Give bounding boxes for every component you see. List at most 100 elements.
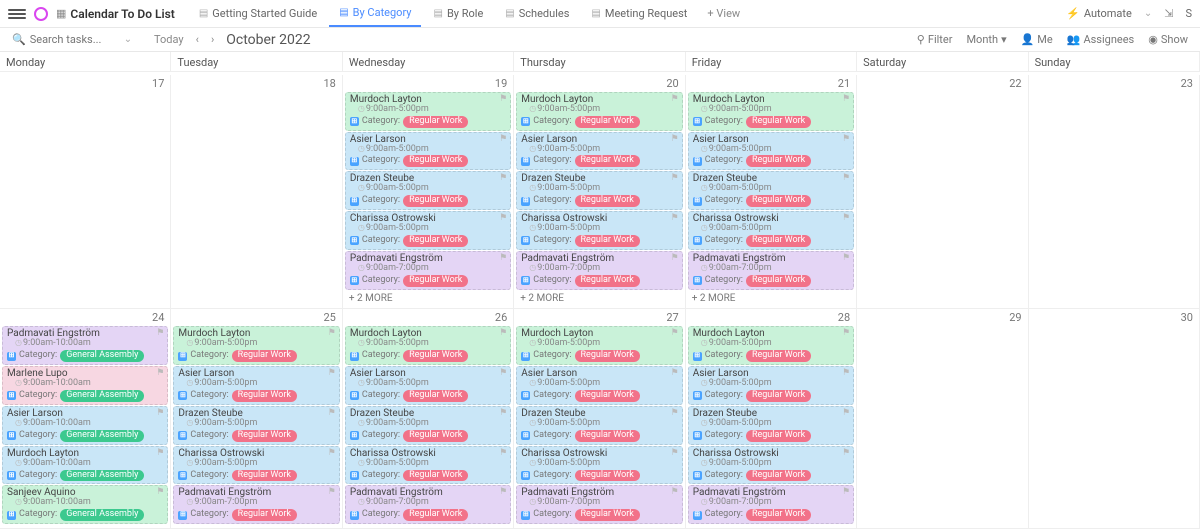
category-label: Category: [705,431,743,441]
chevron-down-icon[interactable]: ⌄ [124,34,132,45]
flag-icon: ⚑ [671,409,679,419]
day-cell[interactable]: 22 [857,75,1028,310]
event-time: ◷9:00am-5:00pm [701,459,850,469]
clock-icon: ◷ [358,223,365,232]
calendar-event[interactable]: ⚑Charissa Ostrowski◷9:00am-5:00pm⊞Catego… [516,446,682,485]
tab-by-role[interactable]: ▤By Role [423,0,493,27]
calendar-event[interactable]: ⚑Asier Larson◷9:00am-5:00pm⊞Category:Reg… [345,132,511,171]
calendar-event[interactable]: ⚑Padmavati Engström◷9:00am-7:00pm⊞Catego… [688,251,854,290]
calendar-event[interactable]: ⚑Drazen Steube◷9:00am-5:00pm⊞Category:Re… [345,171,511,210]
flag-icon: ⚑ [156,369,164,379]
calendar-event[interactable]: ⚑Marlene Lupo◷9:00am-10:00am⊞Category:Ge… [2,366,168,405]
calendar-event[interactable]: ⚑Charissa Ostrowski◷9:00am-5:00pm⊞Catego… [345,446,511,485]
day-cell[interactable]: 28⚑Murdoch Layton◷9:00am-5:00pm⊞Category… [686,309,857,529]
calendar-event[interactable]: ⚑Charissa Ostrowski◷9:00am-5:00pm⊞Catego… [688,211,854,250]
day-cell[interactable]: 18 [171,75,342,310]
assignees-button[interactable]: 👥Assignees [1067,33,1135,46]
calendar-event[interactable]: ⚑Murdoch Layton◷9:00am-5:00pm⊞Category:R… [688,92,854,131]
day-cell[interactable]: 21⚑Murdoch Layton◷9:00am-5:00pm⊞Category… [686,75,857,310]
calendar-event[interactable]: ⚑Sanjeev Aquino◷9:00am-10:00am⊞Category:… [2,485,168,524]
share-icon[interactable]: ⇲ [1164,7,1173,20]
calendar-event[interactable]: ⚑Asier Larson◷9:00am-10:00am⊞Category:Ge… [2,406,168,445]
calendar-event[interactable]: ⚑Padmavati Engström◷9:00am-7:00pm⊞Catego… [516,251,682,290]
category-icon: ⊞ [350,117,359,126]
category-icon: ⊞ [693,511,702,520]
calendar-event[interactable]: ⚑Murdoch Layton◷9:00am-5:00pm⊞Category:R… [516,92,682,131]
show-button[interactable]: ◉Show [1148,33,1188,46]
day-cell[interactable]: 20⚑Murdoch Layton◷9:00am-5:00pm⊞Category… [514,75,685,310]
search-input[interactable] [30,33,120,46]
calendar-event[interactable]: ⚑Padmavati Engström◷9:00am-10:00am⊞Categ… [2,326,168,365]
category-label: Category: [19,351,57,361]
calendar-event[interactable]: ⚑Padmavati Engström◷9:00am-7:00pm⊞Catego… [173,485,339,524]
tab-by-category[interactable]: ▤By Category [329,0,421,27]
calendar-event[interactable]: ⚑Asier Larson◷9:00am-5:00pm⊞Category:Reg… [345,366,511,405]
tab-schedules[interactable]: ▤Schedules [495,0,579,27]
calendar-event[interactable]: ⚑Charissa Ostrowski◷9:00am-5:00pm⊞Catego… [516,211,682,250]
calendar-event[interactable]: ⚑Asier Larson◷9:00am-5:00pm⊞Category:Reg… [173,366,339,405]
category-icon: ⊞ [693,197,702,206]
clock-icon: ◷ [701,338,708,347]
day-cell[interactable]: 24⚑Padmavati Engström◷9:00am-10:00am⊞Cat… [0,309,171,529]
category-pill: Regular Work [575,390,640,402]
calendar-event[interactable]: ⚑Padmavati Engström◷9:00am-7:00pm⊞Catego… [516,485,682,524]
day-cell[interactable]: 27⚑Murdoch Layton◷9:00am-5:00pm⊞Category… [514,309,685,529]
calendar-event[interactable]: ⚑Murdoch Layton◷9:00am-5:00pm⊞Category:R… [688,326,854,365]
calendar-event[interactable]: ⚑Drazen Steube◷9:00am-5:00pm⊞Category:Re… [516,171,682,210]
day-cell[interactable]: 30 [1029,309,1200,529]
prev-month-button[interactable]: ‹ [196,33,199,46]
me-button[interactable]: 👤Me [1021,33,1053,46]
calendar-event[interactable]: ⚑Drazen Steube◷9:00am-5:00pm⊞Category:Re… [173,406,339,445]
calendar-event[interactable]: ⚑Charissa Ostrowski◷9:00am-5:00pm⊞Catego… [688,446,854,485]
category-label: Category: [362,236,400,246]
category-icon: ⊞ [693,157,702,166]
day-cell[interactable]: 19⚑Murdoch Layton◷9:00am-5:00pm⊞Category… [343,75,514,310]
calendar-event[interactable]: ⚑Drazen Steube◷9:00am-5:00pm⊞Category:Re… [345,406,511,445]
calendar-event[interactable]: ⚑Murdoch Layton◷9:00am-5:00pm⊞Category:R… [345,92,511,131]
day-cell[interactable]: 26⚑Murdoch Layton◷9:00am-5:00pm⊞Category… [343,309,514,529]
calendar-event[interactable]: ⚑Drazen Steube◷9:00am-5:00pm⊞Category:Re… [516,406,682,445]
filter-button[interactable]: ⚲Filter [917,33,953,46]
calendar-event[interactable]: ⚑Asier Larson◷9:00am-5:00pm⊞Category:Reg… [516,366,682,405]
calendar-event[interactable]: ⚑Drazen Steube◷9:00am-5:00pm⊞Category:Re… [688,406,854,445]
calendar-event[interactable]: ⚑Murdoch Layton◷9:00am-10:00am⊞Category:… [2,446,168,485]
more-events-button[interactable]: + 2 MORE [514,291,684,306]
category-pill: Regular Work [403,116,468,128]
calendar-event[interactable]: ⚑Charissa Ostrowski◷9:00am-5:00pm⊞Catego… [173,446,339,485]
more-events-button[interactable]: + 2 MORE [343,291,513,306]
category-icon: ⊞ [521,236,530,245]
day-cell[interactable]: 17 [0,75,171,310]
month-dropdown[interactable]: Month▾ [966,33,1006,46]
today-button[interactable]: Today [154,33,184,46]
tab-getting-started-guide[interactable]: ▤Getting Started Guide [189,0,327,27]
category-label: Category: [533,156,571,166]
calendar-event[interactable]: ⚑Asier Larson◷9:00am-5:00pm⊞Category:Reg… [516,132,682,171]
more-events-button[interactable]: + 2 MORE [686,291,856,306]
calendar-event[interactable]: ⚑Murdoch Layton◷9:00am-5:00pm⊞Category:R… [173,326,339,365]
tab-meeting-request[interactable]: ▤Meeting Request [581,0,697,27]
calendar-event[interactable]: ⚑Charissa Ostrowski◷9:00am-5:00pm⊞Catego… [345,211,511,250]
calendar-event[interactable]: ⚑Asier Larson◷9:00am-5:00pm⊞Category:Reg… [688,366,854,405]
menu-icon[interactable] [8,9,26,19]
calendar-event[interactable]: ⚑Padmavati Engström◷9:00am-7:00pm⊞Catego… [688,485,854,524]
calendar-event[interactable]: ⚑Padmavati Engström◷9:00am-7:00pm⊞Catego… [345,251,511,290]
date-number: 22 [1009,77,1021,90]
automate-button[interactable]: ⚡Automate [1066,7,1132,20]
calendar-event[interactable]: ⚑Murdoch Layton◷9:00am-5:00pm⊞Category:R… [516,326,682,365]
calendar-event[interactable]: ⚑Asier Larson◷9:00am-5:00pm⊞Category:Reg… [688,132,854,171]
calendar-event[interactable]: ⚑Murdoch Layton◷9:00am-5:00pm⊞Category:R… [345,326,511,365]
calendar-event[interactable]: ⚑Drazen Steube◷9:00am-5:00pm⊞Category:Re… [688,171,854,210]
clock-icon: ◷ [701,183,708,192]
chevron-down-icon[interactable]: ⌄ [1144,8,1152,19]
next-month-button[interactable]: › [211,33,214,46]
category-label: Category: [190,391,228,401]
day-cell[interactable]: 29 [857,309,1028,529]
app-logo-icon[interactable] [34,7,48,21]
flag-icon: ⚑ [671,174,679,184]
day-cell[interactable]: 23 [1029,75,1200,310]
day-header: Saturday [857,52,1028,72]
add-view-button[interactable]: + View [697,7,750,20]
flag-icon: ⚑ [842,254,850,264]
calendar-event[interactable]: ⚑Padmavati Engström◷9:00am-7:00pm⊞Catego… [345,485,511,524]
day-cell[interactable]: 25⚑Murdoch Layton◷9:00am-5:00pm⊞Category… [171,309,342,529]
